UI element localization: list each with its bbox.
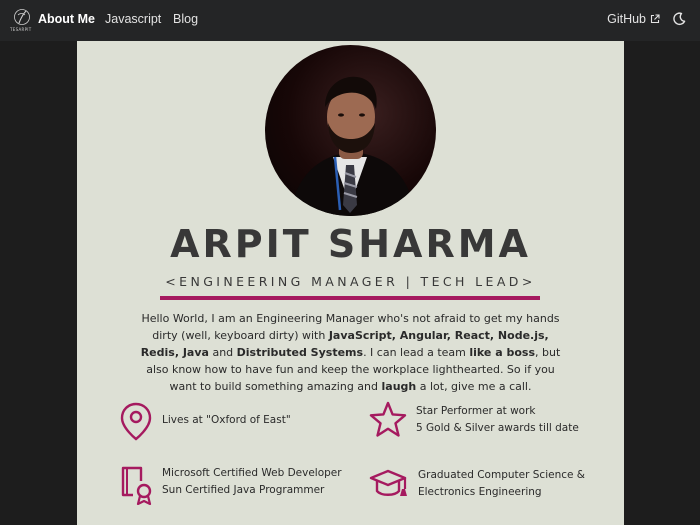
star-icon: [369, 401, 407, 437]
profile-photo: [265, 45, 436, 216]
bio-segment: and: [208, 346, 237, 359]
logo-text: TESARPIT: [10, 27, 32, 32]
profile-name: ARPIT SHARMA: [170, 222, 531, 266]
feature-education: Graduated Computer Science & Electronics…: [369, 465, 585, 505]
github-label: GitHub: [607, 12, 646, 26]
site-logo[interactable]: TESARPIT: [10, 8, 33, 36]
bio-highlight: laugh: [381, 380, 417, 393]
accent-divider: [160, 296, 540, 300]
bio-highlight: like a boss: [469, 346, 536, 359]
bio-segment: a lot, give me a call.: [416, 380, 532, 393]
bio-segment: . I can lead a team: [363, 346, 470, 359]
feature-edu-line-2: Electronics Engineering: [418, 486, 542, 498]
bio-highlight: Distributed Systems: [236, 346, 364, 359]
feature-cert-line-2: Sun Certified Java Programmer: [162, 484, 325, 496]
profile-role: <ENGINEERING MANAGER | TECH LEAD>: [165, 274, 536, 289]
logo-icon: [14, 9, 30, 25]
external-link-icon: [650, 14, 660, 24]
profile-card: ARPIT SHARMA <ENGINEERING MANAGER | TECH…: [77, 41, 624, 525]
feature-star-performer: Star Performer at work 5 Gold & Silver a…: [369, 401, 579, 441]
feature-cert-line-1: Microsoft Certified Web Developer: [162, 467, 342, 479]
feature-star-line-1: Star Performer at work: [416, 405, 536, 417]
profile-bio: Hello World, I am an Engineering Manager…: [137, 310, 564, 395]
feature-certifications: Microsoft Certified Web Developer Sun Ce…: [119, 465, 342, 505]
feature-location: Lives at "Oxford of East": [119, 401, 291, 441]
location-pin-icon: [120, 402, 152, 441]
person-portrait-image: [290, 76, 415, 216]
feature-edu-line-1: Graduated Computer Science &: [418, 469, 585, 481]
nav-link-about-me[interactable]: About Me: [38, 12, 95, 26]
github-link[interactable]: GitHub: [607, 12, 660, 26]
feature-star-line-2: 5 Gold & Silver awards till date: [416, 422, 579, 434]
nav-link-javascript[interactable]: Javascript: [105, 12, 161, 26]
top-navbar: TESARPIT About Me Javascript Blog GitHub: [0, 0, 700, 41]
graduation-cap-icon: [369, 469, 407, 496]
certificate-icon: [121, 466, 152, 505]
feature-location-text: Lives at "Oxford of East": [162, 414, 291, 426]
dark-mode-toggle-icon[interactable]: [672, 12, 686, 26]
nav-link-blog[interactable]: Blog: [173, 12, 198, 26]
